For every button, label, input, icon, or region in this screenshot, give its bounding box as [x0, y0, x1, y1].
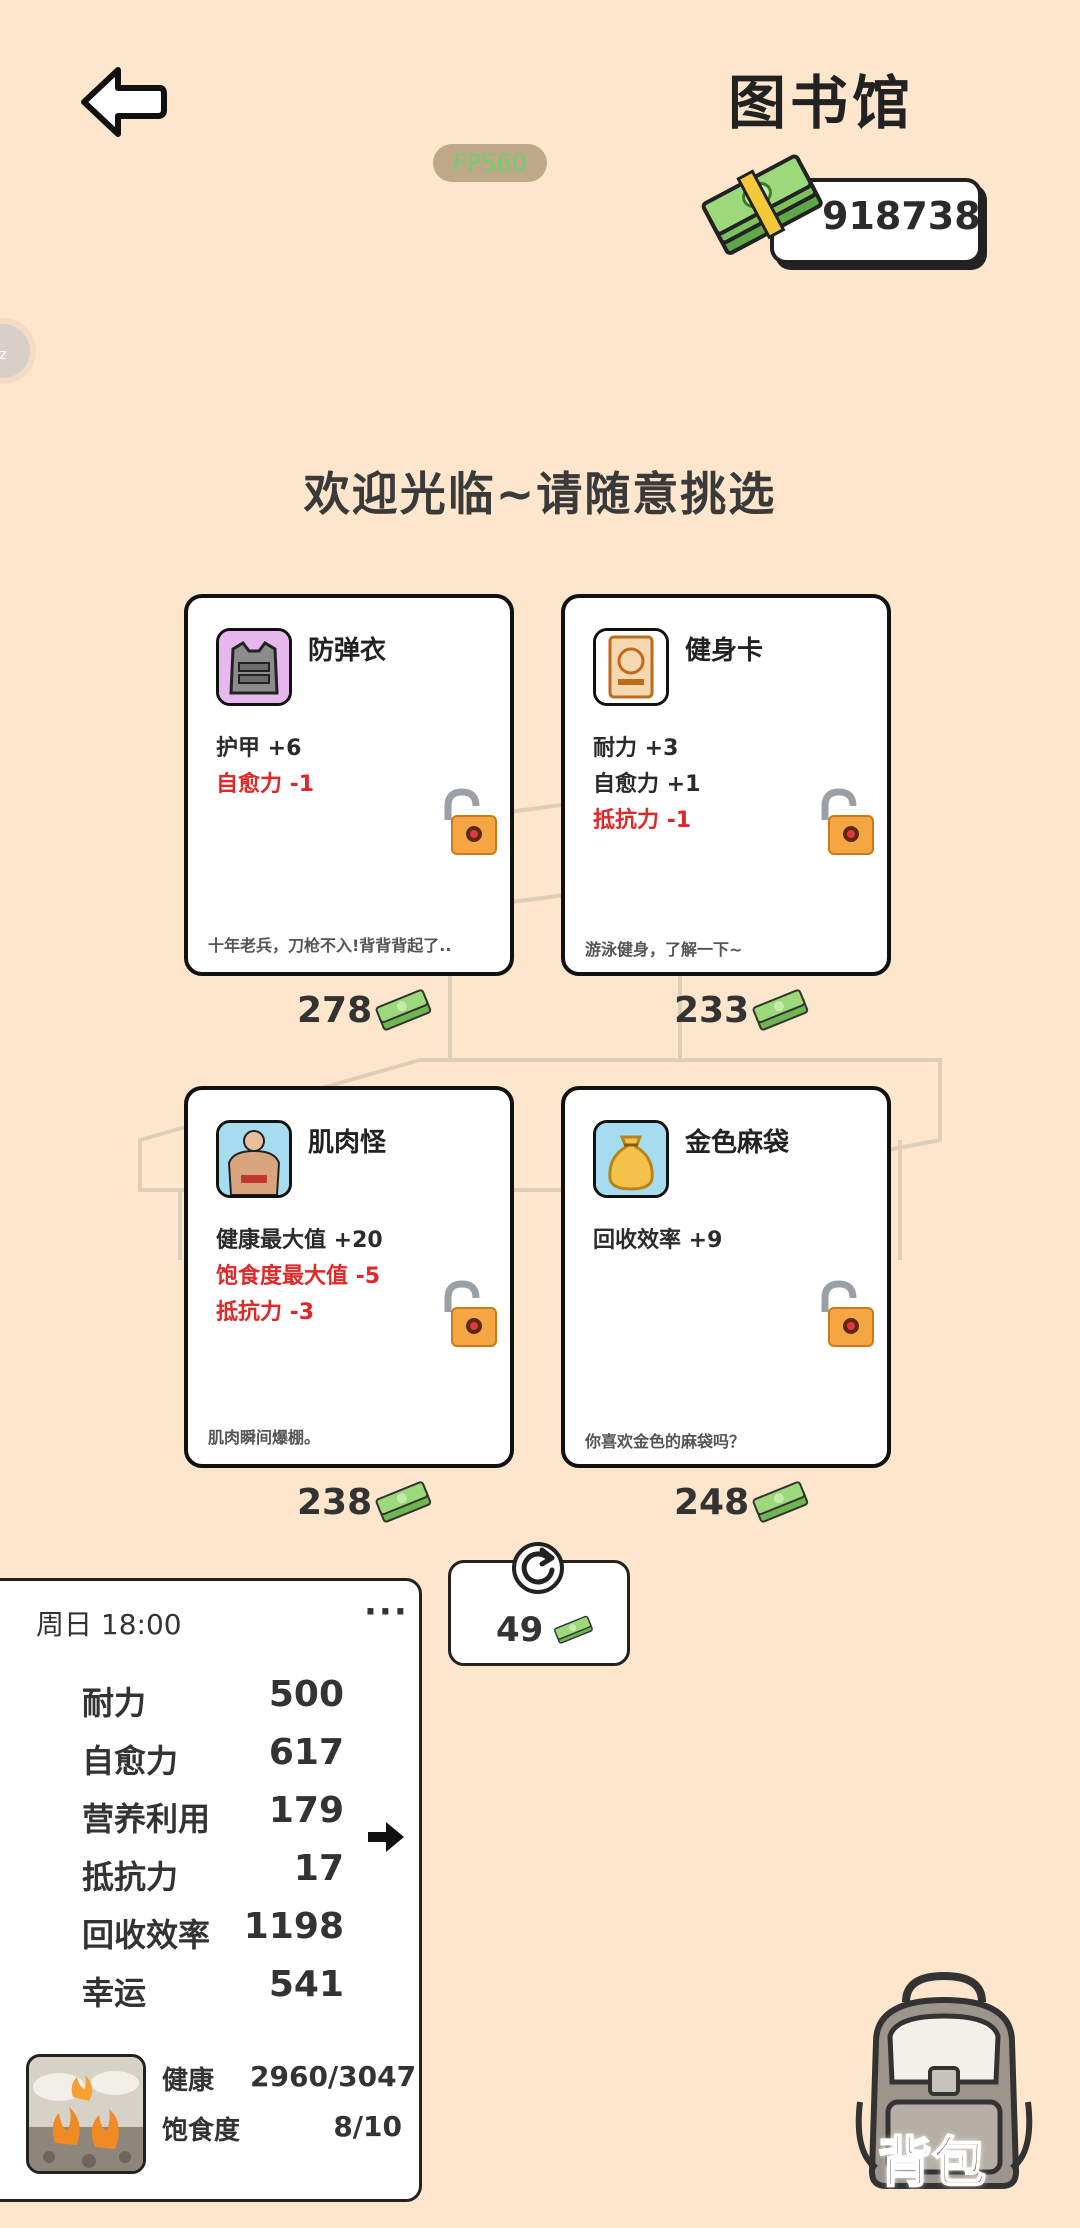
- bulletproof-vest-icon: [216, 628, 292, 706]
- stat-label: 幸运: [82, 1974, 147, 2012]
- item-description: 肌肉瞬间爆棚。: [208, 1428, 321, 1447]
- money-stack-icon: [701, 154, 823, 255]
- health-value: 2960/3047: [250, 2060, 417, 2093]
- item-description: 十年老兵，刀枪不入!背背背起了..: [208, 936, 452, 955]
- satiety-label: 饱食度: [162, 2116, 241, 2146]
- stat-value: 17: [293, 1848, 344, 1889]
- money-icon: [372, 986, 434, 1036]
- game-time: 周日 18:00: [36, 1608, 182, 1641]
- stat-value: 500: [268, 1674, 344, 1715]
- item-description: 游泳健身，了解一下~: [585, 940, 743, 959]
- health-label: 健康: [162, 2066, 215, 2096]
- item-stat: 抵抗力 -3: [216, 1300, 315, 1325]
- item-stat: 耐力 +3: [593, 736, 679, 761]
- item-description: 你喜欢金色的麻袋吗？: [585, 1432, 746, 1451]
- refresh-icon: [512, 1542, 564, 1594]
- unlocked-padlock-icon[interactable]: [438, 788, 498, 858]
- item-stat: 护甲 +6: [216, 736, 302, 761]
- item-stat: 自愈力 +1: [593, 772, 701, 797]
- item-name: 防弹衣: [308, 636, 387, 666]
- muscle-man-icon: [216, 1120, 292, 1198]
- unlocked-padlock-icon[interactable]: [815, 788, 875, 858]
- item-stat: 健康最大值 +20: [216, 1228, 383, 1253]
- sleep-badge-label: zz: [0, 347, 7, 363]
- item-name: 金色麻袋: [685, 1128, 790, 1158]
- fitness-card-icon: [593, 628, 669, 706]
- unlocked-padlock-icon[interactable]: [815, 1280, 875, 1350]
- stat-value: 541: [268, 1964, 344, 2005]
- refresh-cost: 49: [496, 1610, 544, 1650]
- item-stat: 回收效率 +9: [593, 1228, 723, 1253]
- item-name: 健身卡: [685, 636, 764, 666]
- backpack-label[interactable]: 背包: [877, 2118, 987, 2197]
- more-options-icon[interactable]: ···: [364, 1592, 409, 1632]
- money-icon: [554, 1615, 593, 1644]
- arrow-right-icon[interactable]: [366, 1820, 406, 1854]
- item-card[interactable]: 肌肉怪健康最大值 +20 饱食度最大值 -5 抵抗力 -3 肌肉瞬间爆棚。: [184, 1086, 514, 1468]
- money-icon: [372, 1478, 434, 1528]
- unlocked-padlock-icon[interactable]: [438, 1280, 498, 1350]
- satiety-value: 8/10: [333, 2110, 402, 2143]
- stat-label: 耐力: [82, 1684, 147, 1722]
- welcome-text: 欢迎光临~请随意挑选: [303, 467, 777, 521]
- item-card[interactable]: 金色麻袋回收效率 +9 你喜欢金色的麻袋吗？: [561, 1086, 891, 1468]
- item-price: 278: [297, 990, 373, 1031]
- item-card[interactable]: 防弹衣护甲 +6 自愈力 -1 十年老兵，刀枪不入!背背背起了..: [184, 594, 514, 976]
- character-avatar: [26, 2054, 146, 2174]
- item-price: 248: [674, 1482, 750, 1523]
- item-price: 238: [297, 1482, 373, 1523]
- item-price: 233: [674, 990, 750, 1031]
- stat-value: 179: [268, 1790, 344, 1831]
- stat-value: 617: [268, 1732, 344, 1773]
- fps-counter: FPS60: [433, 144, 547, 182]
- item-stat: 抵抗力 -1: [593, 808, 692, 833]
- item-card[interactable]: 健身卡耐力 +3 自愈力 +1 抵抗力 -1 游泳健身，了解一下~: [561, 594, 891, 976]
- money-icon: [749, 1478, 811, 1528]
- money-icon: [749, 986, 811, 1036]
- item-stat: 自愈力 -1: [216, 772, 315, 797]
- page-title: 图书馆: [728, 69, 915, 137]
- golden-sack-icon: [593, 1120, 669, 1198]
- item-name: 肌肉怪: [308, 1128, 387, 1158]
- item-stat: 饱食度最大值 -5: [216, 1264, 381, 1289]
- back-arrow-icon[interactable]: [78, 62, 168, 142]
- money-amount: 918738: [822, 194, 981, 238]
- stat-value: 1198: [243, 1906, 344, 1947]
